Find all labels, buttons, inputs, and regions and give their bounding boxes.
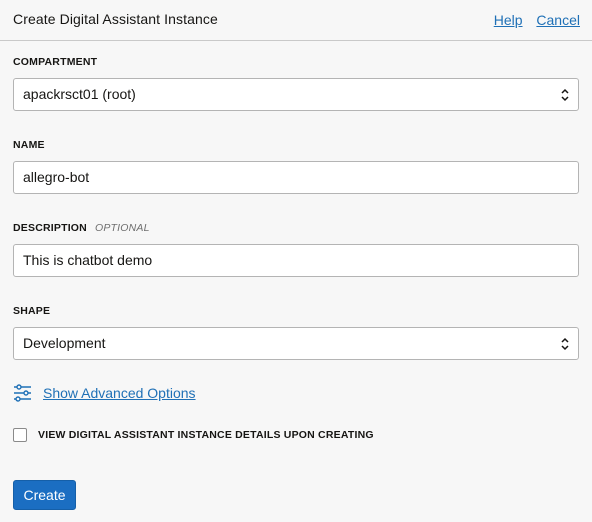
view-details-checkbox[interactable] [13, 428, 27, 442]
shape-label: SHAPE [13, 305, 51, 317]
name-label: NAME [13, 139, 45, 151]
optional-tag: OPTIONAL [94, 222, 150, 234]
view-details-label: VIEW DIGITAL ASSISTANT INSTANCE DETAILS … [38, 429, 374, 441]
header-links: Help Cancel [484, 12, 580, 28]
cancel-link[interactable]: Cancel [536, 12, 580, 28]
advanced-options-toggle[interactable]: Show Advanced Options [13, 383, 196, 403]
help-link[interactable]: Help [494, 12, 523, 28]
sliders-icon [14, 384, 31, 402]
compartment-select[interactable]: apackrsct01 (root) [13, 78, 579, 111]
description-label-text: DESCRIPTION [13, 222, 87, 234]
compartment-value: apackrsct01 (root) [23, 86, 136, 102]
chevron-updown-icon [561, 337, 569, 351]
chevron-updown-icon [561, 88, 569, 102]
name-input[interactable]: allegro-bot [13, 161, 579, 194]
dialog-header: Create Digital Assistant Instance Help C… [0, 0, 592, 41]
compartment-label: COMPARTMENT [13, 56, 98, 68]
create-button[interactable]: Create [13, 480, 76, 510]
dialog-title: Create Digital Assistant Instance [13, 11, 218, 27]
view-details-option[interactable]: VIEW DIGITAL ASSISTANT INSTANCE DETAILS … [13, 428, 374, 442]
shape-select[interactable]: Development [13, 327, 579, 360]
shape-value: Development [23, 335, 106, 351]
description-label: DESCRIPTION OPTIONAL [13, 222, 150, 234]
description-input[interactable]: This is chatbot demo [13, 244, 579, 277]
show-advanced-options-link[interactable]: Show Advanced Options [43, 385, 196, 401]
